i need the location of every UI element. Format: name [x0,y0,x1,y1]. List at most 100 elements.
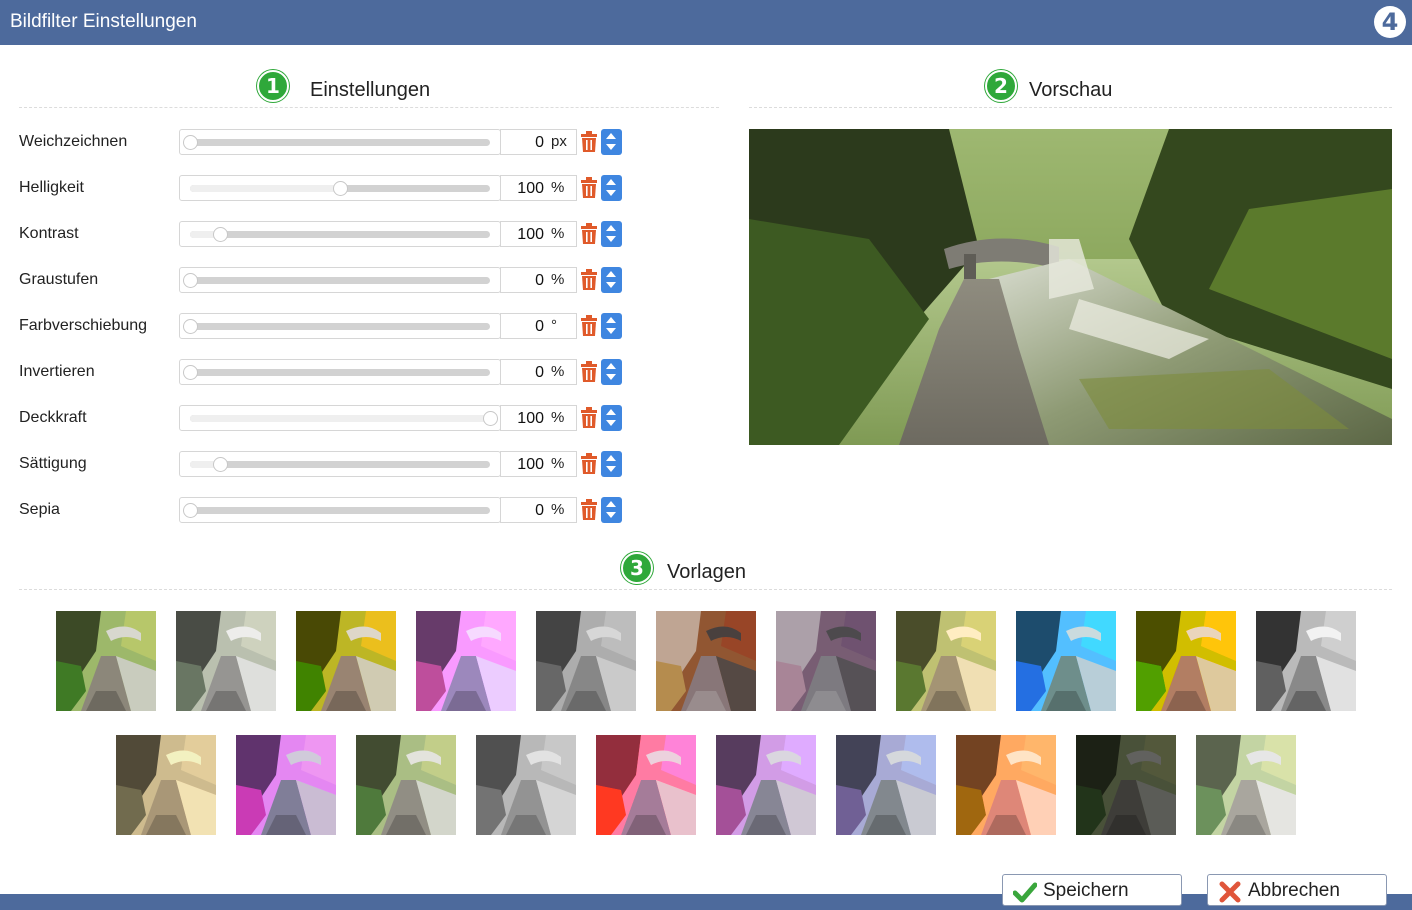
slider-track[interactable] [183,319,490,334]
template-thumbnail-green-yellow[interactable] [296,611,396,711]
chevron-down-icon[interactable] [606,420,616,426]
template-thumbnail-warm-vintage[interactable] [896,611,996,711]
chevron-down-icon[interactable] [606,144,616,150]
filter-slider[interactable] [179,175,501,201]
chevron-down-icon[interactable] [606,374,616,380]
trash-icon[interactable] [579,361,599,383]
value-stepper[interactable] [601,451,622,477]
template-thumbnail-faded-light[interactable] [1196,735,1296,835]
slider-track[interactable] [183,273,490,288]
chevron-up-icon[interactable] [606,363,616,369]
preview-title: Vorschau [1029,79,1113,101]
slider-track[interactable] [183,503,490,518]
filter-value-input[interactable]: 100% [500,451,577,477]
template-thumbnail-red-tint[interactable] [956,735,1056,835]
trash-icon[interactable] [579,407,599,429]
template-thumbnail-inverted-pink[interactable] [656,611,756,711]
chevron-up-icon[interactable] [606,225,616,231]
template-thumbnail-cool-blue[interactable] [836,735,936,835]
slider-track[interactable] [183,365,490,380]
chevron-down-icon[interactable] [606,236,616,242]
template-thumbnail-grayscale-light[interactable] [176,611,276,711]
value-stepper[interactable] [601,221,622,247]
value-stepper[interactable] [601,497,622,523]
slider-track[interactable] [183,135,490,150]
chevron-up-icon[interactable] [606,455,616,461]
value-stepper[interactable] [601,267,622,293]
preview-image [749,129,1392,445]
slider-handle[interactable] [183,365,198,380]
trash-icon[interactable] [579,499,599,521]
filter-slider[interactable] [179,313,501,339]
filter-row: Deckkraft 100% [19,405,624,431]
filter-value-input[interactable]: 0 px [500,129,577,155]
slider-track[interactable] [190,411,498,426]
filter-value-input[interactable]: 0% [500,497,577,523]
chevron-up-icon[interactable] [606,179,616,185]
slider-handle[interactable] [183,319,198,334]
filter-value-input[interactable]: 0 ° [500,313,577,339]
chevron-down-icon[interactable] [606,190,616,196]
template-thumbnail-none[interactable] [56,611,156,711]
filter-slider[interactable] [179,359,501,385]
template-thumbnail-sepia[interactable] [116,735,216,835]
slider-track[interactable] [190,457,490,472]
chevron-up-icon[interactable] [606,271,616,277]
chevron-up-icon[interactable] [606,501,616,507]
filter-value-input[interactable]: 0% [500,359,577,385]
filter-slider[interactable] [179,221,501,247]
trash-icon[interactable] [579,131,599,153]
chevron-down-icon[interactable] [606,512,616,518]
filter-slider[interactable] [179,405,501,431]
filter-slider[interactable] [179,451,501,477]
slider-handle[interactable] [483,411,498,426]
chevron-down-icon[interactable] [606,466,616,472]
slider-track[interactable] [190,227,490,242]
slider-handle[interactable] [213,457,228,472]
value-stepper[interactable] [601,313,622,339]
slider-track[interactable] [190,181,490,196]
value-stepper[interactable] [601,175,622,201]
trash-icon[interactable] [579,269,599,291]
filter-row: Sepia 0% [19,497,624,523]
filter-value-input[interactable]: 100% [500,175,577,201]
value-stepper[interactable] [601,129,622,155]
save-button[interactable]: Speichern [1002,874,1182,906]
template-thumbnail-desaturated-green[interactable] [356,735,456,835]
slider-handle[interactable] [333,181,348,196]
template-thumbnail-dark[interactable] [1076,735,1176,835]
template-thumbnail-magenta[interactable] [596,735,696,835]
template-thumbnail-grayscale-soft[interactable] [476,735,576,835]
trash-icon[interactable] [579,453,599,475]
slider-handle[interactable] [213,227,228,242]
filter-slider[interactable] [179,129,501,155]
trash-icon[interactable] [579,315,599,337]
cancel-button[interactable]: Abbrechen [1207,874,1387,906]
template-thumbnail-cyan[interactable] [1016,611,1116,711]
slider-handle[interactable] [183,135,198,150]
filter-value-input[interactable]: 100% [500,221,577,247]
value-stepper[interactable] [601,405,622,431]
chevron-up-icon[interactable] [606,133,616,139]
filter-slider[interactable] [179,267,501,293]
filter-slider[interactable] [179,497,501,523]
template-thumbnail-violet[interactable] [716,735,816,835]
chevron-down-icon[interactable] [606,328,616,334]
template-thumbnail-grayscale[interactable] [536,611,636,711]
template-thumbnail-high-saturation[interactable] [1136,611,1236,711]
chevron-up-icon[interactable] [606,317,616,323]
trash-icon[interactable] [579,177,599,199]
templates-section-header: 3 Vorlagen [19,550,1392,590]
slider-handle[interactable] [183,503,198,518]
chevron-down-icon[interactable] [606,282,616,288]
filter-value-input[interactable]: 100% [500,405,577,431]
value-stepper[interactable] [601,359,622,385]
filter-value-input[interactable]: 0% [500,267,577,293]
template-thumbnail-blue-purple[interactable] [236,735,336,835]
template-thumbnail-purple[interactable] [416,611,516,711]
chevron-up-icon[interactable] [606,409,616,415]
template-thumbnail-inverted-blue[interactable] [776,611,876,711]
trash-icon[interactable] [579,223,599,245]
template-thumbnail-monochrome-dark[interactable] [1256,611,1356,711]
slider-handle[interactable] [183,273,198,288]
